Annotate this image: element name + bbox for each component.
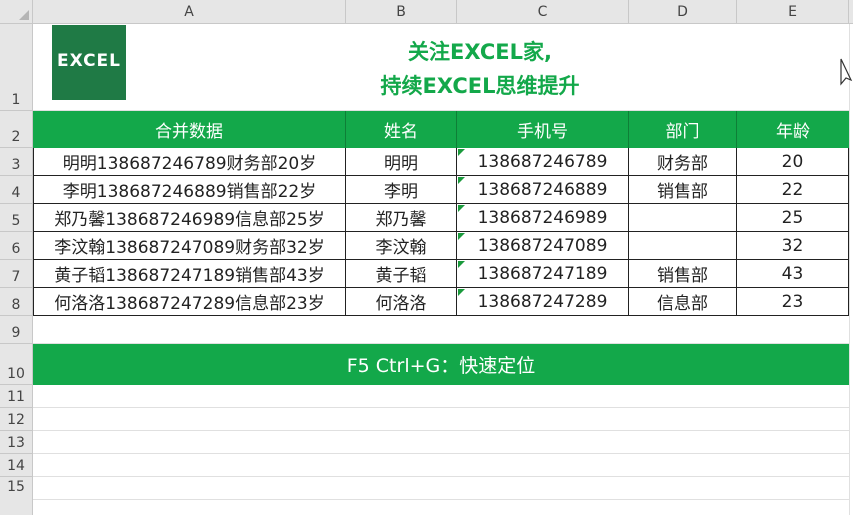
age-cell[interactable]: 25	[737, 204, 849, 232]
merged-data-cell[interactable]: 李明13868724688​9销售部22岁	[34, 176, 346, 204]
phone-cell[interactable]: 13868724698​9	[457, 204, 629, 232]
row-header-11[interactable]: 11	[0, 385, 33, 408]
header-phone[interactable]: 手机号	[457, 111, 629, 148]
column-header-b[interactable]: B	[346, 0, 457, 24]
title-line-1: 关注EXCEL家,	[408, 40, 552, 64]
phone-text: 13868724688​9	[477, 179, 608, 200]
gridline	[849, 24, 850, 515]
phone-text: 13868724678​9	[477, 151, 608, 172]
department-cell[interactable]	[629, 204, 737, 232]
age-cell[interactable]: 23	[737, 288, 849, 316]
row-header-9[interactable]: 9	[0, 316, 33, 344]
name-cell[interactable]: 黄子韬	[346, 260, 457, 288]
phone-text: 13868724698​9	[477, 207, 608, 228]
select-all-triangle-icon	[19, 10, 29, 20]
phone-cell[interactable]: 13868724708​9	[457, 232, 629, 260]
name-cell[interactable]: 何洛洛	[346, 288, 457, 316]
row-header-6[interactable]: 6	[0, 232, 33, 260]
age-cell[interactable]: 22	[737, 176, 849, 204]
gridline	[33, 499, 849, 500]
row-header-10[interactable]: 10	[0, 344, 33, 385]
age-cell[interactable]: 32	[737, 232, 849, 260]
row-header-2[interactable]: 2	[0, 111, 33, 148]
header-merged-data[interactable]: 合并数据	[33, 111, 346, 148]
phone-cell[interactable]: 13868724688​9	[457, 176, 629, 204]
gridline	[33, 476, 849, 477]
name-cell[interactable]: 郑乃馨	[346, 204, 457, 232]
row-header-12[interactable]: 12	[0, 408, 33, 431]
row-header-14[interactable]: 14	[0, 454, 33, 477]
column-header-a[interactable]: A	[33, 0, 346, 24]
column-header-f-partial[interactable]	[849, 0, 853, 24]
department-cell[interactable]: 销售部	[629, 176, 737, 204]
row-header-3[interactable]: 3	[0, 148, 33, 176]
excel-logo: EXCEL	[52, 25, 126, 100]
header-department[interactable]: 部门	[629, 111, 737, 148]
gridline	[33, 407, 849, 408]
phone-text: 13868724708​9	[477, 235, 608, 256]
row-header-13[interactable]: 13	[0, 431, 33, 454]
row-header-1[interactable]: 1	[0, 24, 33, 111]
department-cell[interactable]: 财务部	[629, 148, 737, 176]
gridline	[33, 430, 849, 431]
column-header-d[interactable]: D	[629, 0, 737, 24]
error-indicator-icon	[458, 289, 465, 296]
logo-text: EXCEL	[56, 51, 122, 71]
department-cell[interactable]: 信息部	[629, 288, 737, 316]
row-header-5[interactable]: 5	[0, 204, 33, 232]
row-header-7[interactable]: 7	[0, 260, 33, 288]
department-cell[interactable]	[629, 232, 737, 260]
column-header-c[interactable]: C	[457, 0, 629, 24]
column-header-e[interactable]: E	[737, 0, 849, 24]
merged-data-cell[interactable]: 明明13868724678​9财务部20岁	[34, 148, 346, 176]
merged-data-cell[interactable]: 何洛洛13868724728​9信息部23岁	[34, 288, 346, 316]
error-indicator-icon	[458, 233, 465, 240]
error-indicator-icon	[458, 149, 465, 156]
shortcut-banner[interactable]: F5 Ctrl+G：快速定位	[33, 344, 849, 385]
row-header-4[interactable]: 4	[0, 176, 33, 204]
title-line-2: 持续EXCEL思维提升	[380, 74, 580, 98]
error-indicator-icon	[458, 205, 465, 212]
phone-cell[interactable]: 13868724718​9	[457, 260, 629, 288]
row-header-8[interactable]: 8	[0, 288, 33, 316]
select-all-corner[interactable]	[0, 0, 33, 24]
phone-text: 13868724718​9	[477, 263, 608, 284]
merged-data-cell[interactable]: 郑乃馨13868724698​9信息部25岁	[34, 204, 346, 232]
data-table: 明明13868724678​9财务部20岁 明明 13868724678​9 财务部 2…	[33, 148, 849, 316]
age-cell[interactable]: 43	[737, 260, 849, 288]
merged-data-cell[interactable]: 黄子韬13868724718​9销售部43岁	[34, 260, 346, 288]
name-cell[interactable]: 李明	[346, 176, 457, 204]
phone-cell[interactable]: 13868724728​9	[457, 288, 629, 316]
header-name[interactable]: 姓名	[346, 111, 457, 148]
name-cell[interactable]: 李汶翰	[346, 232, 457, 260]
gridline	[33, 453, 849, 454]
error-indicator-icon	[458, 261, 465, 268]
age-cell[interactable]: 20	[737, 148, 849, 176]
row-header-15[interactable]: 15	[0, 477, 33, 515]
error-indicator-icon	[458, 177, 465, 184]
department-cell[interactable]: 销售部	[629, 260, 737, 288]
header-age[interactable]: 年龄	[737, 111, 849, 148]
merged-data-cell[interactable]: 李汶翰13868724708​9财务部32岁	[34, 232, 346, 260]
name-cell[interactable]: 明明	[346, 148, 457, 176]
phone-cell[interactable]: 13868724678​9	[457, 148, 629, 176]
mouse-cursor-icon	[840, 58, 853, 86]
phone-text: 13868724728​9	[477, 291, 608, 312]
